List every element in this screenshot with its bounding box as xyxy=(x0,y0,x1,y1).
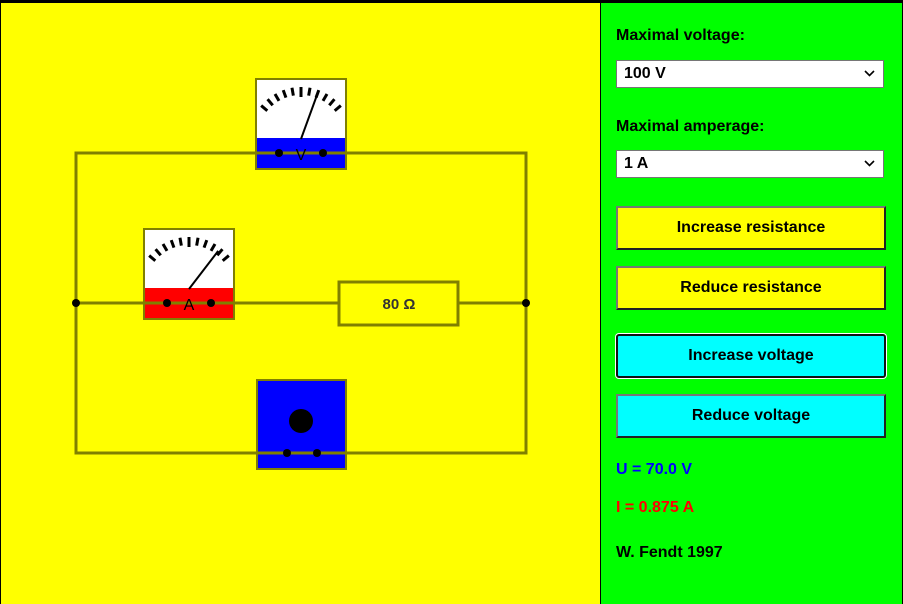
circuit-diagram: V A 80 Ω xyxy=(72,78,530,470)
scale-tick xyxy=(195,237,200,246)
power-supply xyxy=(256,379,347,470)
ammeter-terminal-left xyxy=(163,299,171,307)
ammeter-terminal-right xyxy=(207,299,215,307)
max-voltage-value: 100 V xyxy=(624,65,666,82)
chevron-down-icon xyxy=(864,160,875,167)
max-voltage-label: Maximal voltage: xyxy=(616,27,745,44)
app-window: V A 80 Ω Maximal voltage: 100 V Maximal … xyxy=(0,0,903,604)
increase-voltage-button[interactable]: Increase voltage xyxy=(616,334,886,378)
chevron-down-icon xyxy=(864,70,875,77)
scale-tick xyxy=(307,87,312,96)
control-panel: Maximal voltage: 100 V Maximal amperage:… xyxy=(601,3,902,604)
voltmeter-terminal-right xyxy=(319,149,327,157)
junction-left xyxy=(72,299,80,307)
reduce-resistance-button[interactable]: Reduce resistance xyxy=(616,266,886,310)
voltage-readout: U = 70.0 V xyxy=(616,461,693,478)
reduce-voltage-button[interactable]: Reduce voltage xyxy=(616,394,886,438)
power-supply-terminal-left xyxy=(283,449,291,457)
voltmeter: V xyxy=(255,78,347,170)
junction-right xyxy=(522,299,530,307)
resistor-value: 80 Ω xyxy=(383,296,416,313)
power-supply-terminal-right xyxy=(313,449,321,457)
current-readout: I = 0.875 A xyxy=(616,499,695,516)
circuit-canvas: V A 80 Ω xyxy=(1,3,600,604)
ammeter: A xyxy=(143,228,235,320)
voltmeter-terminal-left xyxy=(275,149,283,157)
max-amperage-select[interactable]: 1 A xyxy=(616,150,884,178)
increase-resistance-button[interactable]: Increase resistance xyxy=(616,206,886,250)
resistor: 80 Ω xyxy=(337,280,460,327)
max-voltage-select[interactable]: 100 V xyxy=(616,60,884,88)
power-supply-knob xyxy=(289,409,313,433)
credit-text: W. Fendt 1997 xyxy=(616,544,723,561)
voltmeter-symbol: V xyxy=(296,147,307,164)
scale-tick xyxy=(290,87,295,96)
max-amperage-value: 1 A xyxy=(624,155,649,172)
max-amperage-label: Maximal amperage: xyxy=(616,118,765,135)
ammeter-symbol: A xyxy=(184,297,195,314)
scale-tick xyxy=(178,237,183,246)
